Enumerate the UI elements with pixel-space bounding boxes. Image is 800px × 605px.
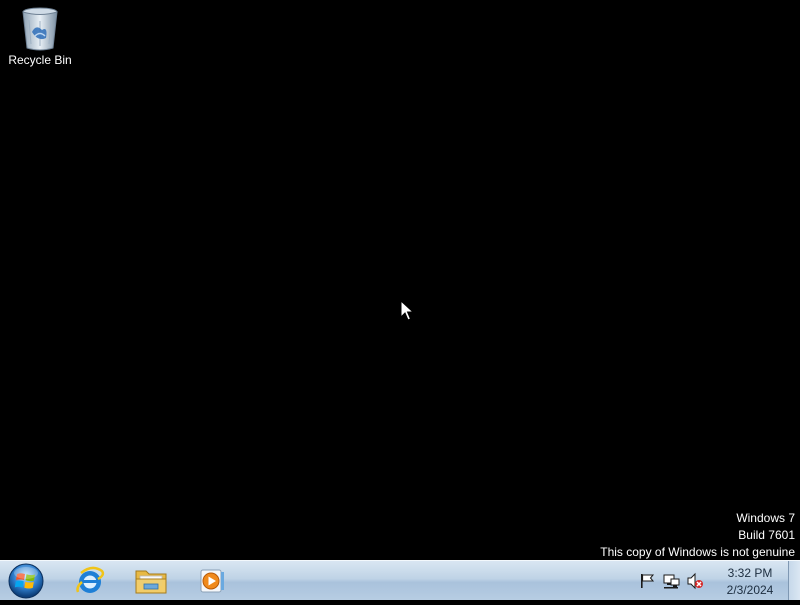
recycle-bin-label: Recycle Bin xyxy=(8,53,72,67)
desktop[interactable]: Recycle Bin Windows 7 Build 7601 This co… xyxy=(0,0,800,560)
windows-watermark: Windows 7 Build 7601 This copy of Window… xyxy=(600,510,795,561)
recycle-bin-icon xyxy=(22,7,58,51)
watermark-os-name: Windows 7 xyxy=(736,511,795,525)
taskbar-windows-explorer[interactable] xyxy=(123,563,179,599)
recycle-bin-shortcut[interactable]: Recycle Bin xyxy=(4,6,76,74)
watermark-build: Build 7601 xyxy=(738,528,795,542)
windows-orb-icon xyxy=(8,563,44,599)
watermark-genuine-notice: This copy of Windows is not genuine xyxy=(600,545,795,559)
taskbar-internet-explorer[interactable] xyxy=(62,563,118,599)
media-player-icon xyxy=(200,569,224,593)
mouse-pointer-icon xyxy=(400,300,414,321)
system-clock[interactable]: 3:32 PM 2/3/2024 xyxy=(712,565,788,599)
volume-muted-icon[interactable] xyxy=(686,572,704,590)
show-desktop-button[interactable] xyxy=(788,561,800,600)
taskbar-media-player[interactable] xyxy=(184,563,240,599)
action-center-flag-icon[interactable] xyxy=(638,572,656,590)
network-icon[interactable] xyxy=(662,572,680,590)
internet-explorer-icon xyxy=(76,566,105,593)
folder-icon xyxy=(135,570,167,594)
clock-time: 3:32 PM xyxy=(727,566,773,580)
clock-date: 2/3/2024 xyxy=(726,583,774,597)
taskbar: 3:32 PM 2/3/2024 xyxy=(0,560,800,600)
start-button[interactable] xyxy=(6,562,46,600)
notification-area xyxy=(638,571,704,591)
